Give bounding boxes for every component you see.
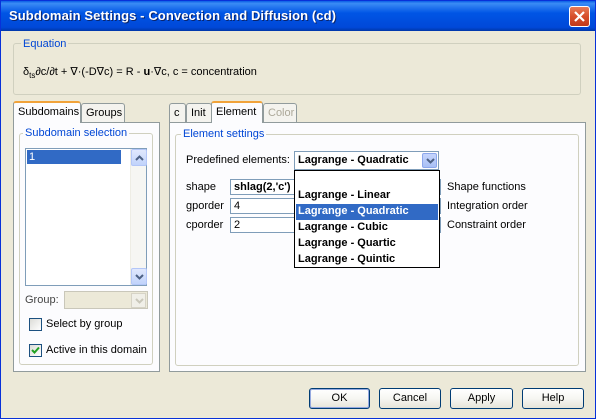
predefined-elements-dropdown-list[interactable]: Lagrange - Linear Lagrange - Quadratic L… xyxy=(294,170,440,268)
subdomain-listbox[interactable]: 1 xyxy=(25,148,147,286)
tab-groups[interactable]: Groups xyxy=(81,103,125,123)
tab-element[interactable]: Element xyxy=(211,101,263,123)
close-icon xyxy=(574,11,585,22)
active-in-domain-label[interactable]: Active in this domain xyxy=(46,344,147,356)
dropdown-option[interactable]: Lagrange - Linear xyxy=(296,188,438,204)
tab-subdomains[interactable]: Subdomains xyxy=(13,101,81,123)
predefined-elements-value: Lagrange - Quadratic xyxy=(298,154,409,166)
group-label: Group: xyxy=(25,294,59,306)
dropdown-option[interactable] xyxy=(296,172,438,188)
dropdown-option[interactable]: Lagrange - Cubic xyxy=(296,220,438,236)
cporder-description: Constraint order xyxy=(447,219,526,231)
cporder-label: cporder xyxy=(186,219,224,231)
dropdown-option[interactable]: Lagrange - Quartic xyxy=(296,236,438,252)
scroll-up-button[interactable] xyxy=(131,149,147,166)
shape-label: shape xyxy=(186,181,216,193)
subdomain-selection-legend: Subdomain selection xyxy=(23,127,130,139)
predefined-elements-label: Predefined elements: xyxy=(186,154,290,166)
tab-init[interactable]: Init xyxy=(186,103,212,123)
list-item[interactable]: 1 xyxy=(27,150,121,164)
element-settings-legend: Element settings xyxy=(181,128,267,140)
close-button[interactable] xyxy=(569,6,590,27)
select-by-group-checkbox[interactable] xyxy=(29,318,42,331)
select-by-group-label[interactable]: Select by group xyxy=(46,318,122,330)
chevron-up-icon xyxy=(135,155,144,161)
checkmark-icon xyxy=(31,346,40,354)
cancel-button[interactable]: Cancel xyxy=(379,388,441,409)
shape-description: Shape functions xyxy=(447,181,526,193)
title-bar[interactable]: Subdomain Settings - Convection and Diff… xyxy=(1,1,595,31)
equation-text: δts∂c/∂t + ∇·(-D∇c) = R - u·∇c, c = conc… xyxy=(23,66,257,80)
window-title: Subdomain Settings - Convection and Diff… xyxy=(9,8,337,23)
vertical-scrollbar[interactable] xyxy=(130,149,147,285)
tab-color: Color xyxy=(263,103,297,123)
chevron-down-icon xyxy=(135,274,144,280)
active-in-domain-checkbox[interactable] xyxy=(29,344,42,357)
dropdown-option[interactable]: Lagrange - Quintic xyxy=(296,252,438,268)
gporder-description: Integration order xyxy=(447,200,528,212)
group-select xyxy=(64,291,148,309)
chevron-down-icon xyxy=(426,158,435,164)
tab-c[interactable]: c xyxy=(169,103,186,123)
ok-button[interactable]: OK xyxy=(309,388,370,409)
dropdown-option-selected[interactable]: Lagrange - Quadratic xyxy=(296,204,438,220)
chevron-down-icon xyxy=(135,298,144,304)
scroll-down-button[interactable] xyxy=(131,268,147,285)
dropdown-arrow-button[interactable] xyxy=(422,153,437,168)
group-select-arrow xyxy=(131,293,146,308)
dialog-window: Subdomain Settings - Convection and Diff… xyxy=(0,0,596,419)
apply-button[interactable]: Apply xyxy=(450,388,513,409)
gporder-label: gporder xyxy=(186,200,224,212)
equation-legend: Equation xyxy=(21,38,69,50)
help-button[interactable]: Help xyxy=(522,388,584,409)
predefined-elements-select[interactable]: Lagrange - Quadratic xyxy=(294,151,439,170)
